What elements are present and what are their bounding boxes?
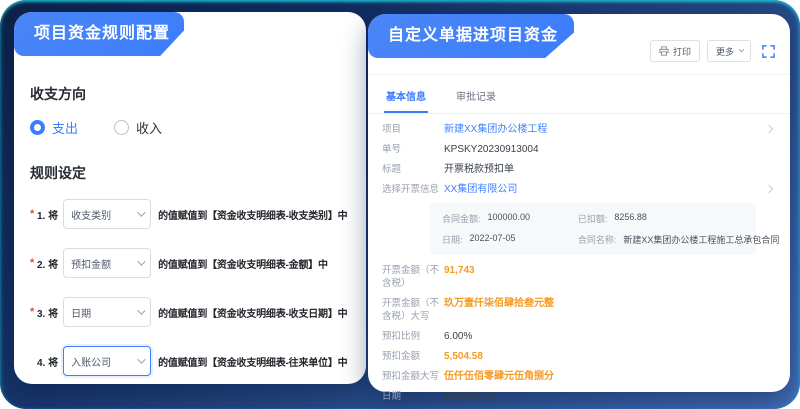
field-row-invoice-amount-caps: 开票金额（不含税）大写 玖万壹仟柒佰肆拾叁元整	[382, 297, 776, 323]
print-button[interactable]: 打印	[650, 40, 700, 62]
select-value: 日期	[71, 305, 91, 320]
rule-row-3: * 3. 将 日期 的值赋值到【资金收支明细表-收支日期】中	[30, 297, 350, 327]
field-row-withhold-ratio: 预扣比例 6.00%	[382, 330, 776, 343]
right-panel-title: 自定义单据进项目资金	[368, 14, 574, 58]
invoice-amount-caps-value: 玖万壹仟柒佰肆拾叁元整	[444, 297, 554, 310]
rule-2-field-select[interactable]: 预扣金额	[63, 248, 151, 278]
rule-row-4: 4. 将 入账公司 的值赋值到【资金收支明细表-往来单位】中	[30, 346, 350, 376]
rule-suffix: 的值赋值到【资金收支明细表-往来单位】中	[158, 354, 347, 369]
rule-prefix: 2. 将	[37, 256, 58, 271]
withhold-ratio-value: 6.00%	[444, 330, 472, 343]
date-value: 2023-09-13	[444, 390, 495, 403]
contract-amount-value: 100000.00	[488, 212, 531, 225]
contract-amount-label: 合同金额:	[442, 212, 481, 225]
field-row-invoice-amount: 开票金额（不含税） 91,743	[382, 264, 776, 290]
direction-radio-group: 支出 收入	[30, 118, 350, 137]
radio-income[interactable]: 收入	[114, 118, 162, 137]
field-row-withhold-amount-caps: 预扣金额大写 伍仟伍佰零肆元伍角捌分	[382, 370, 776, 383]
chevron-down-icon	[137, 355, 145, 363]
document-toolbar: 打印 更多	[650, 40, 776, 62]
field-row-project: 项目 新建XX集团办公楼工程	[382, 123, 776, 136]
chevron-down-icon	[739, 47, 745, 53]
field-row-doc-title: 标题 开票税款预扣单	[382, 163, 776, 176]
project-link[interactable]: 新建XX集团办公楼工程	[444, 123, 547, 136]
field-label: 预扣金额大写	[382, 370, 444, 383]
tab-approval-log[interactable]: 审批记录	[454, 82, 498, 113]
document-detail-panel: 自定义单据进项目资金 打印 更多 基本信息	[368, 14, 790, 392]
select-value: 入账公司	[71, 354, 111, 369]
app-frame: 项目资金规则配置 收支方向 支出 收入 规则设定 * 1. 将	[0, 0, 800, 409]
field-row-date: 日期 2023-09-13	[382, 390, 776, 403]
field-row-doc-no: 单号 KPSKY20230913004	[382, 143, 776, 156]
chevron-right-icon[interactable]	[765, 185, 773, 193]
fullscreen-icon	[761, 44, 776, 59]
withhold-amount-value: 5,504.58	[444, 350, 483, 363]
more-button-label: 更多	[716, 45, 734, 58]
chevron-down-icon	[137, 306, 145, 314]
radio-unselected-icon	[114, 120, 129, 135]
rule-row-1: * 1. 将 收支类别 的值赋值到【资金收支明细表-收支类别】中	[30, 199, 350, 229]
field-label: 项目	[382, 123, 444, 136]
select-value: 收支类别	[71, 207, 111, 222]
field-label: 预扣比例	[382, 330, 444, 343]
direction-section-label: 收支方向	[30, 84, 350, 104]
detail-fields: 项目 新建XX集团办公楼工程 单号 KPSKY20230913004 标题 开票…	[368, 114, 790, 409]
invoice-info-link[interactable]: XX集团有限公司	[444, 183, 517, 196]
left-panel-title: 项目资金规则配置	[14, 12, 184, 56]
rule-1-field-select[interactable]: 收支类别	[63, 199, 151, 229]
detail-tabs: 基本信息 审批记录	[368, 82, 790, 114]
rule-prefix: 3. 将	[37, 305, 58, 320]
fullscreen-button[interactable]	[761, 44, 776, 59]
contract-date-value: 2022-07-05	[470, 233, 516, 246]
header-divider	[368, 74, 790, 75]
radio-income-label: 收入	[136, 118, 162, 137]
more-button[interactable]: 更多	[707, 40, 751, 62]
chevron-down-icon	[137, 257, 145, 265]
contract-name-value: 新建XX集团办公楼工程施工总承包合同	[623, 233, 779, 246]
rule-suffix: 的值赋值到【资金收支明细表-收支日期】中	[158, 305, 347, 320]
field-row-withhold-amount: 预扣金额 5,504.58	[382, 350, 776, 363]
printer-icon	[659, 46, 669, 56]
rule-prefix: 4. 将	[37, 354, 58, 369]
required-asterisk: *	[30, 257, 37, 269]
required-asterisk: *	[30, 306, 37, 318]
select-value: 预扣金额	[71, 256, 111, 271]
withheld-label: 已扣额:	[578, 212, 608, 225]
contract-name-label: 合同名称:	[578, 233, 617, 246]
withhold-amount-caps-value: 伍仟伍佰零肆元伍角捌分	[444, 370, 554, 383]
field-label: 开票金额（不含税）大写	[382, 297, 444, 323]
field-label: 预扣金额	[382, 350, 444, 363]
rule-4-field-select[interactable]: 入账公司	[63, 346, 151, 376]
field-label: 标题	[382, 163, 444, 176]
radio-expense[interactable]: 支出	[30, 118, 78, 137]
doc-no-value: KPSKY20230913004	[444, 143, 539, 156]
chevron-down-icon	[137, 208, 145, 216]
rules-section-label: 规则设定	[30, 163, 350, 183]
chevron-right-icon[interactable]	[765, 125, 773, 133]
rule-3-field-select[interactable]: 日期	[63, 297, 151, 327]
rule-config-panel: 项目资金规则配置 收支方向 支出 收入 规则设定 * 1. 将	[14, 12, 366, 384]
print-button-label: 打印	[673, 45, 691, 58]
field-label: 日期	[382, 390, 444, 403]
radio-expense-label: 支出	[52, 118, 78, 137]
required-asterisk: *	[30, 208, 37, 220]
doc-title-value: 开票税款预扣单	[444, 163, 514, 176]
withheld-value: 8256.88	[614, 212, 647, 225]
invoice-amount-value: 91,743	[444, 264, 475, 277]
field-label: 开票金额（不含税）	[382, 264, 444, 290]
rule-row-2: * 2. 将 预扣金额 的值赋值到【资金收支明细表-金额】中	[30, 248, 350, 278]
rule-suffix: 的值赋值到【资金收支明细表-金额】中	[158, 256, 328, 271]
field-row-invoice-info: 选择开票信息 XX集团有限公司	[382, 183, 776, 196]
radio-selected-icon	[30, 120, 45, 135]
field-label: 选择开票信息	[382, 183, 444, 196]
field-label: 单号	[382, 143, 444, 156]
contract-info-box: 合同金额: 100000.00 已扣额: 8256.88 日期: 2022-07…	[430, 203, 756, 255]
contract-date-label: 日期:	[442, 233, 463, 246]
rule-prefix: 1. 将	[37, 207, 58, 222]
rules-list: * 1. 将 收支类别 的值赋值到【资金收支明细表-收支类别】中 * 2. 将 …	[30, 199, 350, 376]
tab-basic-info[interactable]: 基本信息	[384, 82, 428, 113]
rule-suffix: 的值赋值到【资金收支明细表-收支类别】中	[158, 207, 347, 222]
